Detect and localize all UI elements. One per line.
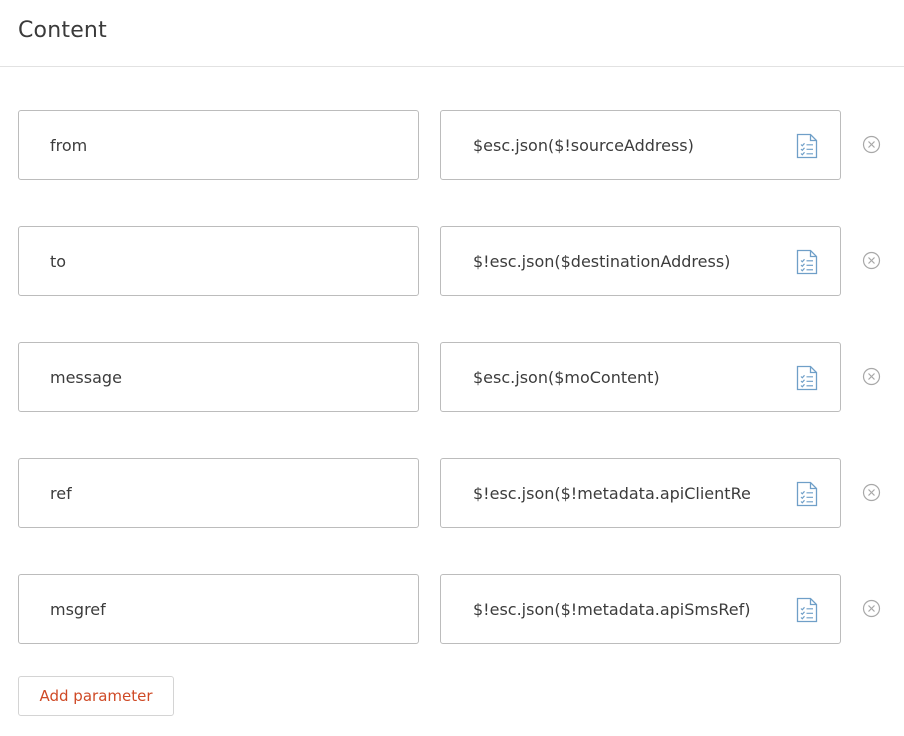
parameter-key-input[interactable]: to (18, 226, 419, 296)
document-list-icon[interactable] (796, 481, 818, 507)
parameter-key-text: msgref (50, 599, 106, 619)
remove-parameter-icon[interactable] (862, 599, 881, 618)
remove-parameter-icon[interactable] (862, 135, 881, 154)
parameter-key-input[interactable]: msgref (18, 574, 419, 644)
parameter-key-input[interactable]: ref (18, 458, 419, 528)
parameter-key-text: to (50, 251, 67, 271)
document-list-icon[interactable] (796, 365, 818, 391)
add-parameter-button[interactable]: Add parameter (18, 676, 174, 716)
parameter-row: from $esc.json($!sourceAddress) (0, 110, 904, 180)
parameter-value-input[interactable]: $esc.json($moContent) (440, 342, 841, 412)
section-header: Content (0, 0, 904, 67)
parameter-key-input[interactable]: message (18, 342, 419, 412)
document-list-icon[interactable] (796, 597, 818, 623)
remove-parameter-icon[interactable] (862, 483, 881, 502)
parameter-value-text: $!esc.json($!metadata.apiSmsRef) (473, 599, 751, 619)
parameter-key-input[interactable]: from (18, 110, 419, 180)
parameter-row: to $!esc.json($destinationAddress) (0, 226, 904, 296)
parameter-key-text: ref (50, 483, 72, 503)
document-list-icon[interactable] (796, 133, 818, 159)
parameter-key-text: from (50, 135, 88, 155)
parameter-value-text: $!esc.json($destinationAddress) (473, 251, 731, 271)
parameter-value-input[interactable]: $!esc.json($destinationAddress) (440, 226, 841, 296)
parameter-value-input[interactable]: $esc.json($!sourceAddress) (440, 110, 841, 180)
section-title: Content (18, 18, 107, 43)
parameter-row: ref $!esc.json($!metadata.apiClientRe (0, 458, 904, 528)
parameter-value-text: $esc.json($!sourceAddress) (473, 135, 694, 155)
parameter-key-text: message (50, 367, 122, 387)
parameter-row: msgref $!esc.json($!metadata.apiSmsRef) (0, 574, 904, 644)
document-list-icon[interactable] (796, 249, 818, 275)
parameter-row: message $esc.json($moContent) (0, 342, 904, 412)
remove-parameter-icon[interactable] (862, 251, 881, 270)
parameter-value-input[interactable]: $!esc.json($!metadata.apiSmsRef) (440, 574, 841, 644)
remove-parameter-icon[interactable] (862, 367, 881, 386)
parameter-value-text: $!esc.json($!metadata.apiClientRe (473, 483, 751, 503)
parameter-value-input[interactable]: $!esc.json($!metadata.apiClientRe (440, 458, 841, 528)
parameter-value-text: $esc.json($moContent) (473, 367, 660, 387)
